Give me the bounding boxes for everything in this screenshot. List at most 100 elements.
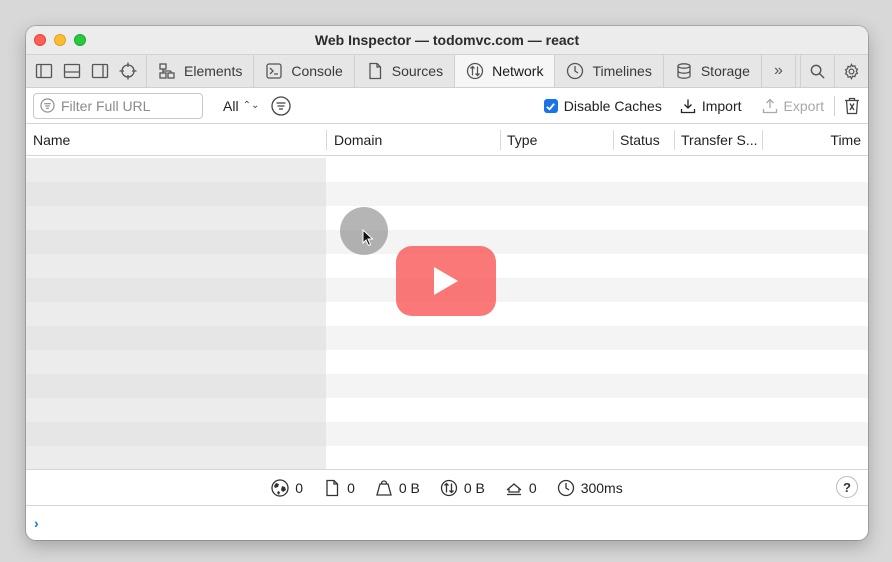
column-divider[interactable] (326, 130, 327, 150)
transfer-icon (440, 479, 458, 496)
console-icon (266, 63, 283, 79)
window-controls (34, 34, 86, 46)
column-divider[interactable] (762, 130, 763, 150)
column-divider[interactable] (500, 130, 501, 150)
tab-storage[interactable]: Storage (664, 55, 762, 87)
play-icon (434, 267, 458, 295)
zoom-window-button[interactable] (74, 34, 86, 46)
filter-url-field[interactable] (33, 92, 203, 119)
resource-count-value: 0 (295, 479, 304, 496)
minimize-window-button[interactable] (54, 34, 66, 46)
document-count-value: 0 (347, 479, 355, 496)
disable-caches-checkbox[interactable] (543, 99, 558, 113)
trash-icon[interactable] (843, 97, 861, 115)
tab-network[interactable]: Network (455, 55, 556, 87)
close-window-button[interactable] (34, 34, 46, 46)
settings-button[interactable] (834, 55, 868, 87)
cached-count-value: 0 (528, 479, 537, 496)
import-label: Import (701, 98, 742, 114)
resource-type-select[interactable]: All ⌃⌄ (223, 98, 259, 114)
table-row (26, 374, 868, 398)
video-play-button[interactable] (396, 246, 496, 316)
filter-icon (40, 98, 55, 113)
network-table-header: Name Domain Type Status Transfer S... Ti… (26, 124, 868, 156)
tab-console[interactable]: Console (254, 55, 355, 87)
disable-caches-toggle[interactable]: Disable Caches (543, 98, 662, 114)
dock-bottom-icon[interactable] (58, 55, 86, 87)
chevron-double-right-icon: » (773, 62, 783, 79)
transferred-size-value: 0 B (463, 479, 485, 496)
tab-label: Console (291, 63, 343, 79)
mouse-cursor-icon (362, 229, 374, 247)
chevron-updown-icon: ⌃⌄ (242, 100, 260, 111)
quick-console[interactable]: › (26, 505, 868, 540)
resource-count: 0 (271, 478, 304, 497)
export-button[interactable]: Export (762, 98, 824, 114)
dock-right-icon[interactable] (86, 55, 114, 87)
web-inspector-window: Web Inspector — todomvc.com — react Elem… (26, 26, 868, 540)
column-divider[interactable] (674, 130, 675, 150)
network-summary-bar: 0 0 0 B 0 B 0 300ms ? (26, 469, 868, 505)
tab-sources[interactable]: Sources (355, 55, 456, 87)
dock-controls (26, 55, 147, 87)
cached-count: 0 (505, 479, 537, 497)
network-icon (466, 62, 484, 80)
table-row (26, 350, 868, 374)
table-row (26, 206, 868, 230)
export-icon (762, 98, 777, 114)
filter-url-input[interactable] (61, 97, 201, 114)
sources-icon (369, 62, 381, 80)
cache-icon (506, 482, 522, 495)
table-row (26, 422, 868, 446)
checkmark-icon (546, 102, 556, 111)
table-row (26, 326, 868, 350)
elements-icon (159, 63, 175, 79)
more-tabs-button[interactable]: » (762, 55, 796, 87)
import-icon (680, 99, 695, 114)
document-icon (326, 479, 339, 496)
export-label: Export (783, 98, 824, 114)
import-button[interactable]: Import (680, 98, 742, 114)
tab-bar: Elements Console Sources Network Timelin… (26, 54, 868, 88)
table-row (26, 446, 868, 469)
tab-label: Elements (184, 63, 243, 79)
document-count: 0 (323, 479, 355, 497)
column-header-name[interactable]: Name (33, 124, 70, 156)
weight-icon (376, 479, 392, 496)
filter-options-icon[interactable] (271, 95, 291, 116)
gear-icon (844, 62, 859, 80)
load-time-value: 300ms (580, 479, 623, 496)
storage-icon (677, 63, 691, 79)
tab-timelines[interactable]: Timelines (555, 55, 664, 87)
table-row (26, 182, 868, 206)
load-time: 300ms (557, 479, 623, 497)
column-header-time[interactable]: Time (830, 124, 861, 156)
help-button[interactable]: ? (836, 476, 858, 498)
tab-label: Sources (391, 63, 444, 79)
filter-bar-actions: Disable Caches Import Export (543, 88, 868, 124)
toolbar-divider (834, 96, 835, 116)
inspect-element-icon[interactable] (114, 55, 142, 87)
search-button[interactable] (800, 55, 834, 87)
column-divider[interactable] (613, 130, 614, 150)
resource-size: 0 B (375, 479, 420, 497)
resource-type-value: All (223, 97, 239, 114)
console-prompt-icon: › (34, 515, 39, 531)
table-row (26, 158, 868, 182)
tab-label: Network (492, 63, 544, 79)
tab-elements[interactable]: Elements (147, 55, 255, 87)
dock-left-icon[interactable] (30, 55, 58, 87)
column-header-type[interactable]: Type (507, 124, 537, 156)
window-title: Web Inspector — todomvc.com — react (314, 32, 580, 48)
network-filter-bar: All ⌃⌄ Disable Caches Import Export (26, 88, 868, 124)
table-row (26, 398, 868, 422)
clock-icon (557, 479, 574, 496)
disable-caches-label: Disable Caches (563, 98, 662, 114)
tab-label: Timelines (592, 63, 652, 79)
transferred-size: 0 B (440, 479, 485, 497)
column-header-domain[interactable]: Domain (334, 124, 382, 156)
search-icon (810, 64, 825, 79)
tab-label: Storage (700, 63, 750, 79)
column-header-transfer-size[interactable]: Transfer S... (681, 124, 758, 156)
column-header-status[interactable]: Status (620, 124, 660, 156)
